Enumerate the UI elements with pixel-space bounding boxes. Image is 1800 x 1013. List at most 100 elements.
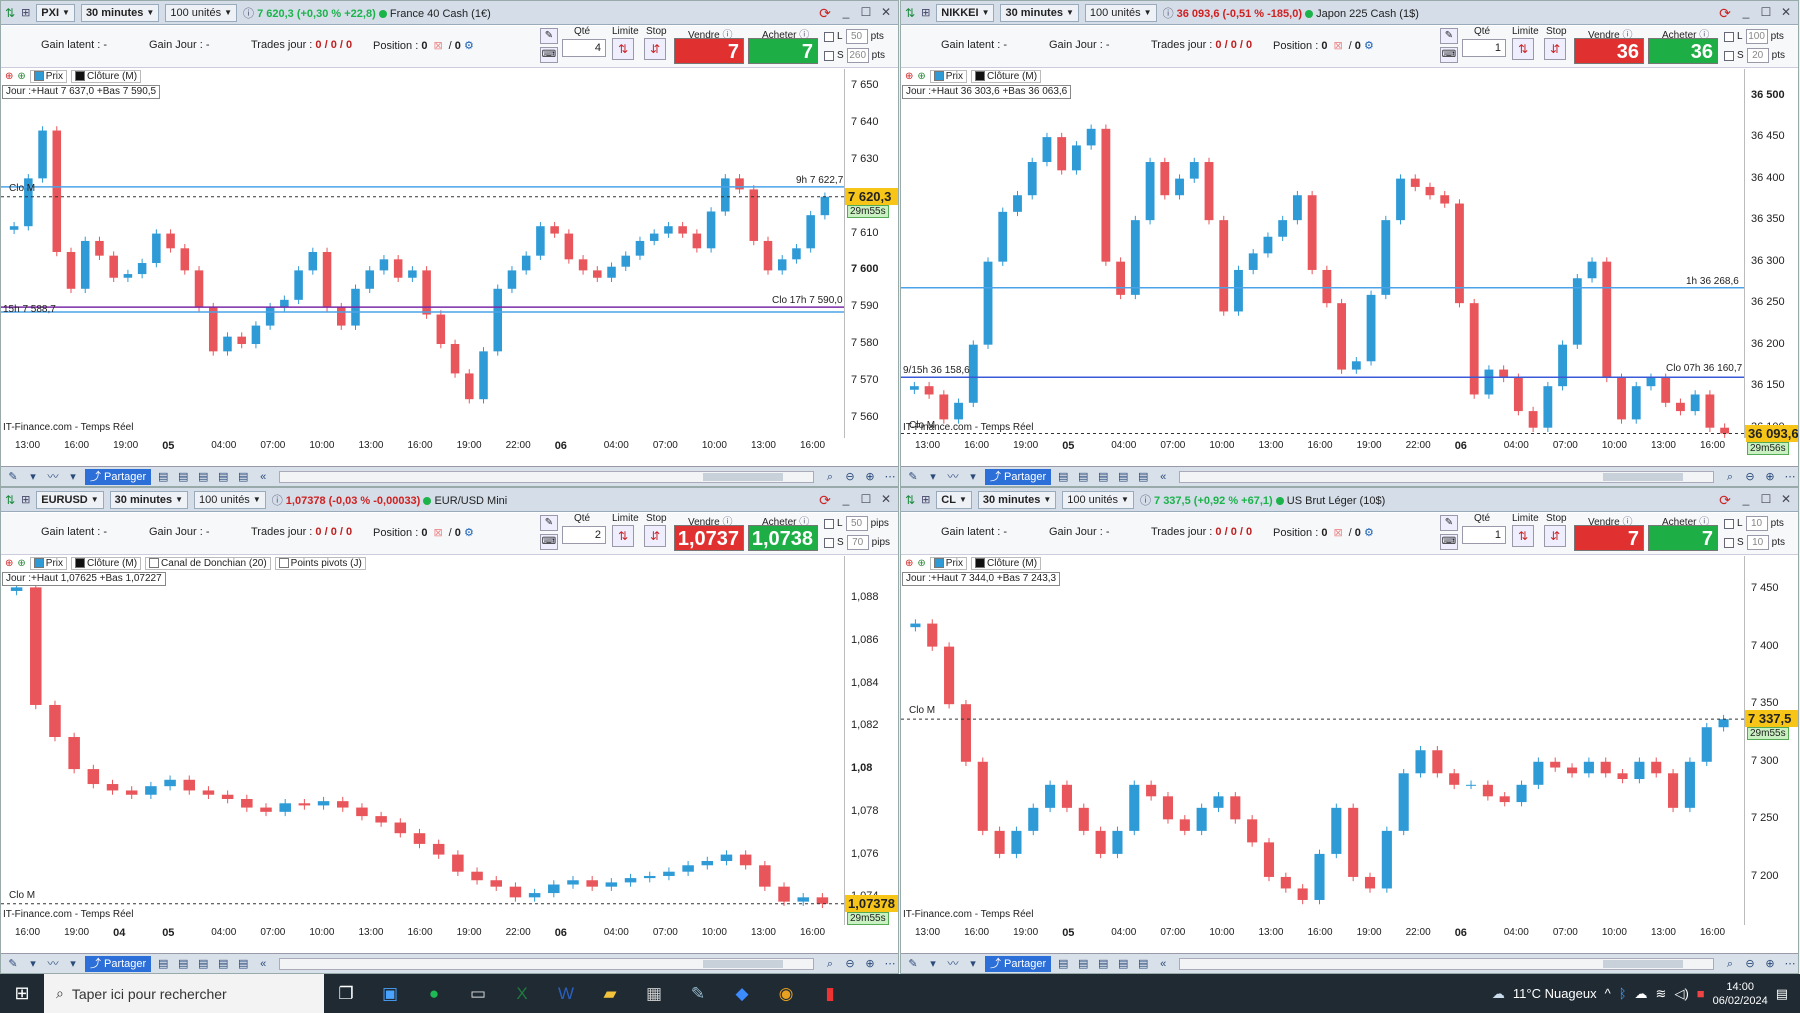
buy-button[interactable]: 36 097,1 xyxy=(1648,38,1718,89)
calendar-icon[interactable]: ▤ xyxy=(1075,956,1091,972)
limit-order-icon[interactable]: ⇅ xyxy=(612,525,634,547)
add-drawing-icon[interactable]: ⊕ xyxy=(17,558,25,569)
close-icon[interactable]: ✕ xyxy=(1778,491,1794,507)
add-drawing-icon[interactable]: ⊕ xyxy=(917,71,925,82)
limit-checkbox[interactable] xyxy=(824,518,834,529)
chart-type-icon[interactable]: 〰 xyxy=(945,469,961,485)
keyboard-icon[interactable]: ⌨ xyxy=(540,534,558,550)
share-button[interactable]: ⤴ Partager xyxy=(85,955,152,972)
symbol-select[interactable]: NIKKEI ▼ xyxy=(936,3,995,22)
legend-item[interactable]: Points pivots (J) xyxy=(274,556,366,570)
calculator-icon[interactable]: ▦ xyxy=(632,984,676,1004)
more-icon[interactable]: ⋯ xyxy=(882,469,898,485)
bluetooth-icon[interactable]: ᛒ xyxy=(1619,986,1627,1001)
screen-icon[interactable]: ▤ xyxy=(155,956,171,972)
refresh-icon[interactable]: ⟳ xyxy=(1716,491,1734,509)
pane-app-icon[interactable]: ⇅ xyxy=(905,493,915,507)
notification-icon[interactable]: ▤ xyxy=(1776,986,1788,1002)
keyboard-icon[interactable]: ⌨ xyxy=(540,47,558,63)
pen-icon[interactable]: ✎ xyxy=(5,469,21,485)
refresh-icon[interactable]: ⟳ xyxy=(1716,4,1734,22)
more-icon[interactable]: ⋯ xyxy=(882,956,898,972)
time-axis[interactable]: 13:00 16:00 19:00 05 04:00 07:00 10:00 13:00 16:… xyxy=(901,925,1746,941)
trading-app-icon[interactable]: ◆ xyxy=(720,984,764,1004)
chevron-down-icon[interactable]: ▾ xyxy=(25,469,41,485)
chevron-down-icon[interactable]: ▾ xyxy=(965,469,981,485)
zoom-fit-icon[interactable]: ⌕ xyxy=(1722,956,1738,972)
close-position-icon[interactable]: ⊠ xyxy=(433,527,442,539)
grid-icon[interactable]: ▤ xyxy=(195,469,211,485)
legend-item[interactable]: Prix xyxy=(29,69,68,83)
stop-distance-input[interactable]: 20 xyxy=(1746,48,1769,63)
chart-type-icon[interactable]: 〰 xyxy=(945,956,961,972)
stop-checkbox[interactable] xyxy=(824,537,834,548)
symbol-select[interactable]: PXI ▼ xyxy=(36,3,75,22)
stop-checkbox[interactable] xyxy=(1724,50,1734,61)
zoom-out-icon[interactable]: ⊖ xyxy=(842,469,858,485)
close-position-icon[interactable]: ⊠ xyxy=(1333,40,1342,52)
chart-scrollbar[interactable] xyxy=(1179,470,1714,483)
back-icon[interactable]: « xyxy=(1155,956,1171,972)
buy-button[interactable]: 1,0738 xyxy=(748,525,818,551)
back-icon[interactable]: « xyxy=(1155,469,1171,485)
chevron-down-icon[interactable]: ▾ xyxy=(65,469,81,485)
stop-distance-input[interactable]: 260 xyxy=(846,48,869,63)
legend-item[interactable]: Canal de Donchian (20) xyxy=(145,556,271,570)
scrollbar-thumb[interactable] xyxy=(1603,959,1683,968)
scrollbar-thumb[interactable] xyxy=(703,959,783,968)
info-icon[interactable]: ⓘ xyxy=(1163,8,1177,20)
add-indicator-icon[interactable]: ⊕ xyxy=(905,558,913,569)
pane-app-icon[interactable]: ⇅ xyxy=(5,493,15,507)
sell-button[interactable]: 7 619,6 xyxy=(674,38,744,89)
close-icon[interactable]: ✕ xyxy=(878,4,894,20)
legend-item[interactable]: Clôture (M) xyxy=(71,556,142,570)
zoom-out-icon[interactable]: ⊖ xyxy=(842,956,858,972)
calendar-icon[interactable]: ▤ xyxy=(175,469,191,485)
stop-order-icon[interactable]: ⇵ xyxy=(1544,38,1566,60)
wrench-icon[interactable]: ✎ xyxy=(1440,28,1458,44)
back-icon[interactable]: « xyxy=(255,469,271,485)
maximize-icon[interactable]: ☐ xyxy=(858,4,874,20)
legend-item[interactable]: Clôture (M) xyxy=(971,556,1042,570)
limit-order-icon[interactable]: ⇅ xyxy=(1512,38,1534,60)
chevron-down-icon[interactable]: ▾ xyxy=(25,956,41,972)
settings-icon[interactable]: ⚙ xyxy=(461,527,474,539)
chart-type-icon[interactable]: 〰 xyxy=(45,956,61,972)
minimize-icon[interactable]: _ xyxy=(838,491,854,507)
settings-icon[interactable]: ⚙ xyxy=(1361,40,1374,52)
stop-order-icon[interactable]: ⇵ xyxy=(1544,525,1566,547)
close-position-icon[interactable]: ⊠ xyxy=(433,40,442,52)
limit-checkbox[interactable] xyxy=(1724,518,1734,529)
grid-icon[interactable]: ⊞ xyxy=(21,493,30,506)
file-explorer-icon[interactable]: ▰ xyxy=(588,984,632,1004)
settings-icon[interactable]: ⚙ xyxy=(461,40,474,52)
sell-button[interactable]: 7 336,1 xyxy=(1574,525,1644,576)
timeframe-select[interactable]: 30 minutes ▼ xyxy=(977,490,1057,509)
chart-app-icon[interactable]: ▮ xyxy=(808,984,852,1004)
keyboard-icon[interactable]: ⌨ xyxy=(1440,47,1458,63)
legend-item[interactable]: Clôture (M) xyxy=(71,69,142,83)
close-icon[interactable]: ✕ xyxy=(878,491,894,507)
buy-button[interactable]: 7 338,9 xyxy=(1648,525,1718,576)
add-drawing-icon[interactable]: ⊕ xyxy=(17,71,25,82)
info-icon[interactable]: ⓘ xyxy=(1140,495,1154,507)
taskbar-search[interactable]: ⌕ Taper ici pour rechercher xyxy=(44,974,324,1013)
screen-icon[interactable]: ▤ xyxy=(1055,469,1071,485)
excel-icon[interactable]: X xyxy=(500,984,544,1004)
price-axis[interactable]: 7 6507 6407 6307 6207 6107 6007 5907 580… xyxy=(844,69,898,454)
limit-distance-input[interactable]: 50 xyxy=(845,29,868,44)
settings-icon[interactable]: ⚙ xyxy=(1361,527,1374,539)
chevron-down-icon[interactable]: ▾ xyxy=(65,956,81,972)
cloud-tray-icon[interactable]: ☁ xyxy=(1635,986,1648,1002)
price-axis[interactable]: 7 450 7 400 7 350 7 300 7 250 7 200 7 337,5 29m… xyxy=(1744,556,1798,941)
buy-button[interactable]: 7 620,6 xyxy=(748,38,818,89)
layout-icon[interactable]: ▤ xyxy=(215,956,231,972)
zoom-fit-icon[interactable]: ⌕ xyxy=(1722,469,1738,485)
zoom-fit-icon[interactable]: ⌕ xyxy=(822,956,838,972)
scrollbar-thumb[interactable] xyxy=(1603,472,1683,481)
zoom-in-icon[interactable]: ⊕ xyxy=(862,469,878,485)
app-icon[interactable]: ✎ xyxy=(676,984,720,1004)
share-button[interactable]: ⤴ Partager xyxy=(985,955,1052,972)
grid-icon[interactable]: ▤ xyxy=(1095,956,1111,972)
add-indicator-icon[interactable]: ⊕ xyxy=(5,71,13,82)
